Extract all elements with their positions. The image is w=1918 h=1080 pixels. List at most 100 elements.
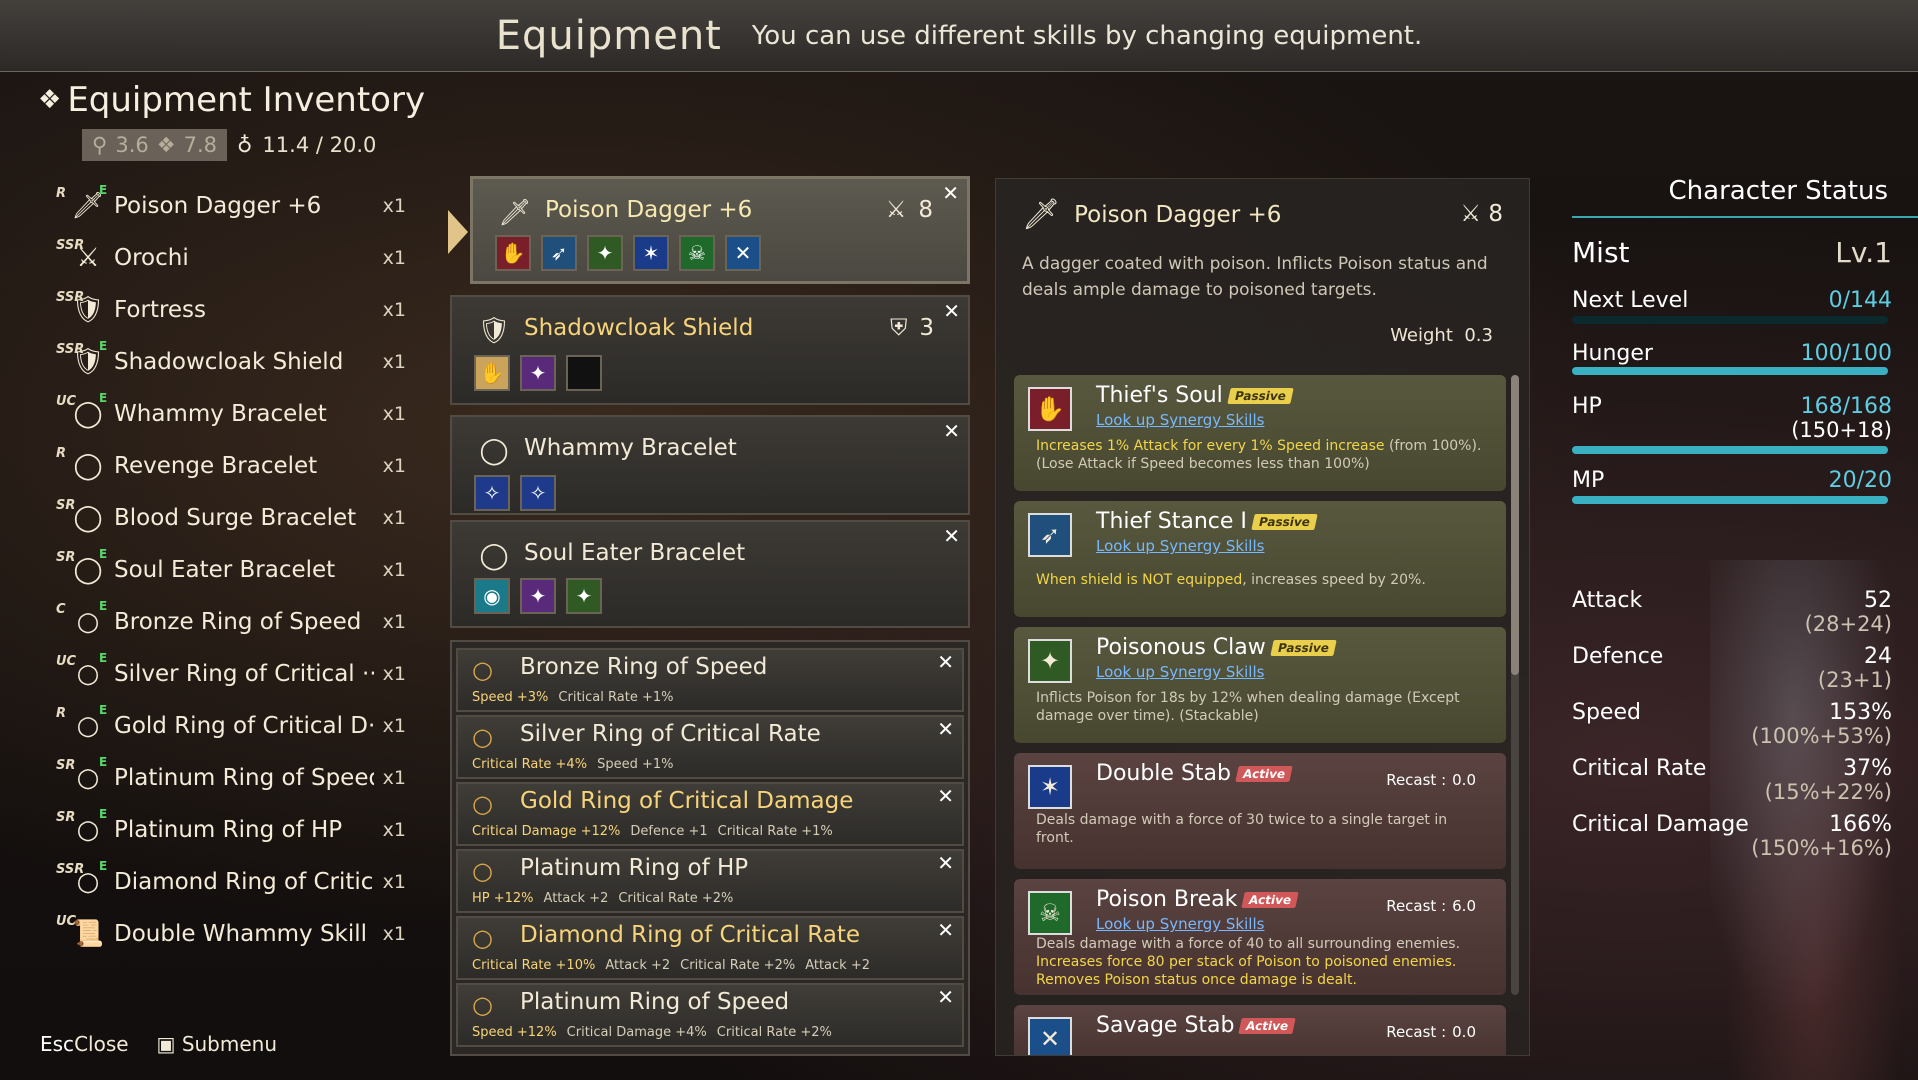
stat-label: Attack	[1572, 588, 1643, 613]
unequip-ring-button[interactable]: ✕	[937, 717, 954, 741]
poison-break-skill-icon[interactable]: ☠	[679, 235, 715, 271]
inventory-item[interactable]: SSR ⚔ Orochi x1	[56, 232, 406, 284]
close-hint[interactable]: EscClose	[40, 1032, 129, 1056]
bracelet-2-skill-1-icon[interactable]: ◉	[474, 578, 510, 614]
mp-bar	[1572, 496, 1888, 504]
empty-skill-slot[interactable]	[566, 355, 602, 391]
skill-card[interactable]: ☠ Poison Break Active Look up Synergy Skill…	[1014, 879, 1506, 995]
inventory-item[interactable]: R E ○ Gold Ring of Critical D··· x1	[56, 700, 406, 752]
skill-description: Deals damage with a force of 40 to all s…	[1036, 935, 1488, 989]
synergy-skills-link[interactable]: Look up Synergy Skills	[1096, 915, 1264, 933]
stat-value: 166%	[1829, 812, 1892, 837]
inventory-item-qty: x1	[382, 403, 406, 425]
rarity-badge: R	[56, 706, 67, 721]
submenu-label: Submenu	[181, 1032, 278, 1056]
stat-breakdown: (23+1)	[1817, 668, 1892, 692]
ring-slot[interactable]: ○ Silver Ring of Critical Rate Critical Ra…	[456, 715, 964, 779]
synergy-skills-link[interactable]: Look up Synergy Skills	[1096, 537, 1264, 555]
skill-description: Inflicts Poison for 18s by 12% when deal…	[1036, 689, 1488, 725]
defence-icon: ⛨	[890, 315, 908, 341]
detail-power: ⚔ 8	[1460, 201, 1503, 227]
gem-icon: ❖	[38, 85, 62, 115]
unequip-ring-button[interactable]: ✕	[937, 851, 954, 875]
skill-description-highlight: Increases 1% Attack for every 1% Speed i…	[1036, 438, 1385, 454]
thief-stance-skill-icon[interactable]: ➶	[541, 235, 577, 271]
inventory-item[interactable]: SR E ◯ Soul Eater Bracelet x1	[56, 544, 406, 596]
recast-label: Recast :	[1386, 897, 1447, 915]
ring-slot[interactable]: ○ Bronze Ring of Speed Speed +3% Critical R…	[456, 648, 964, 712]
shield-slot[interactable]: 🛡 Shadowcloak Shield ⛨ 3 ✕ ✋ ✦	[450, 295, 970, 405]
weapon-slot[interactable]: 🗡 Poison Dagger +6 ⚔ 8 ✕ ✋ ➶ ✦ ✶ ☠ ✕	[470, 176, 970, 284]
inventory-item-name: Poison Dagger +6	[114, 193, 322, 219]
thiefs-soul-skill-icon[interactable]: ✋	[495, 235, 531, 271]
detail-scroll-thumb[interactable]	[1511, 375, 1519, 675]
bracelet-slot-1[interactable]: ◯ Whammy Bracelet ✕ ✧ ✧	[450, 415, 970, 515]
ring-effect: Attack +2	[543, 891, 609, 906]
bracelet-icon: ◯	[479, 436, 509, 466]
inventory-item-name: Diamond Ring of Critic···	[114, 869, 374, 895]
inventory-item-qty: x1	[382, 299, 406, 321]
skill-card[interactable]: ➶ Thief Stance I Passive Look up Synergy Sk…	[1014, 501, 1506, 617]
inventory-item[interactable]: SSR 🛡 Fortress x1	[56, 284, 406, 336]
ring-slot[interactable]: ○ Gold Ring of Critical Damage Critical Da…	[456, 782, 964, 846]
skill-type-badge: Active	[1238, 1017, 1297, 1034]
weight-value: 0.3	[1464, 325, 1493, 346]
status-title: Character Status	[1668, 176, 1888, 206]
bracelet-2-skill-3-icon[interactable]: ✦	[566, 578, 602, 614]
ring-slot[interactable]: ○ Platinum Ring of Speed Speed +12% Critica…	[456, 983, 964, 1047]
gem-small-icon: ❖	[156, 133, 176, 157]
blade-icon: ⚔	[885, 197, 907, 223]
inventory-item[interactable]: R E 🗡 Poison Dagger +6 x1	[56, 180, 406, 232]
skill-icon: ✶	[1028, 765, 1072, 809]
inventory-item[interactable]: SSR E ○ Diamond Ring of Critic··· x1	[56, 856, 406, 908]
hunger-row: Hunger 100/100	[1572, 341, 1892, 366]
skill-icon: ✦	[1028, 639, 1072, 683]
synergy-skills-link[interactable]: Look up Synergy Skills	[1096, 663, 1264, 681]
stat-breakdown: (100%+53%)	[1751, 724, 1892, 748]
double-stab-skill-icon[interactable]: ✶	[633, 235, 669, 271]
poisonous-claw-skill-icon[interactable]: ✦	[587, 235, 623, 271]
inventory-item[interactable]: SR ◯ Blood Surge Bracelet x1	[56, 492, 406, 544]
synergy-skills-link[interactable]: Look up Synergy Skills	[1096, 411, 1264, 429]
unequip-ring-button[interactable]: ✕	[937, 784, 954, 808]
skill-description-highlight: When shield is NOT equipped	[1036, 572, 1243, 588]
skill-card[interactable]: ✶ Double Stab Active Recast : 0.0 Deals damag…	[1014, 753, 1506, 869]
unequip-ring-button[interactable]: ✕	[937, 918, 954, 942]
hp-label: HP	[1572, 394, 1602, 419]
inventory-item[interactable]: R ◯ Revenge Bracelet x1	[56, 440, 406, 492]
inventory-item[interactable]: SR E ○ Platinum Ring of HP x1	[56, 804, 406, 856]
hp-value: 168/168	[1800, 394, 1892, 419]
inventory-item[interactable]: UC E ◯ Whammy Bracelet x1	[56, 388, 406, 440]
inventory-item[interactable]: UC 📜 Double Whammy Skill ··· x1	[56, 908, 406, 960]
inventory-item-qty: x1	[382, 507, 406, 529]
detail-weight: Weight 0.3	[1390, 325, 1493, 346]
inventory-item[interactable]: UC E ○ Silver Ring of Critical ··· x1	[56, 648, 406, 700]
inventory-item[interactable]: SR E ○ Platinum Ring of Speed x1	[56, 752, 406, 804]
submenu-hint[interactable]: ▣ Submenu	[157, 1032, 277, 1056]
ring-effects: Speed +3% Critical Rate +1%	[472, 690, 683, 705]
bracelet-1-skill-1-icon[interactable]: ✧	[474, 475, 510, 511]
shield-icon: 🛡	[477, 316, 511, 346]
shield-skill-1-icon[interactable]: ✋	[474, 355, 510, 391]
unequip-ring-button[interactable]: ✕	[937, 985, 954, 1009]
shield-skill-2-icon[interactable]: ✦	[520, 355, 556, 391]
unequip-weapon-button[interactable]: ✕	[942, 181, 959, 205]
skill-type-badge: Active	[1235, 765, 1293, 782]
ring-slot[interactable]: ○ Platinum Ring of HP HP +12% Attack +2 Crit…	[456, 849, 964, 913]
ring-slot[interactable]: ○ Diamond Ring of Critical Rate Critical R…	[456, 916, 964, 980]
bracelet-2-skill-2-icon[interactable]: ✦	[520, 578, 556, 614]
unequip-shield-button[interactable]: ✕	[943, 299, 960, 323]
bracelet-1-skill-2-icon[interactable]: ✧	[520, 475, 556, 511]
skill-card[interactable]: ✋ Thief's Soul Passive Look up Synergy Skil…	[1014, 375, 1506, 491]
skill-card[interactable]: ✦ Poisonous Claw Passive Look up Synergy Sk…	[1014, 627, 1506, 743]
savage-stab-skill-icon[interactable]: ✕	[725, 235, 761, 271]
unequip-ring-button[interactable]: ✕	[937, 650, 954, 674]
unequip-bracelet-2-button[interactable]: ✕	[943, 524, 960, 548]
skill-name-text: Poisonous Claw	[1096, 635, 1266, 660]
skill-card[interactable]: ✕ Savage Stab Active Recast : 0.0	[1014, 1005, 1506, 1055]
inventory-item[interactable]: SSR E 🛡 Shadowcloak Shield x1	[56, 336, 406, 388]
bracelet-slot-2[interactable]: ◯ Soul Eater Bracelet ✕ ◉ ✦ ✦	[450, 520, 970, 628]
shield-defence-value: 3	[919, 315, 934, 341]
unequip-bracelet-1-button[interactable]: ✕	[943, 419, 960, 443]
inventory-item[interactable]: C E ○ Bronze Ring of Speed x1	[56, 596, 406, 648]
